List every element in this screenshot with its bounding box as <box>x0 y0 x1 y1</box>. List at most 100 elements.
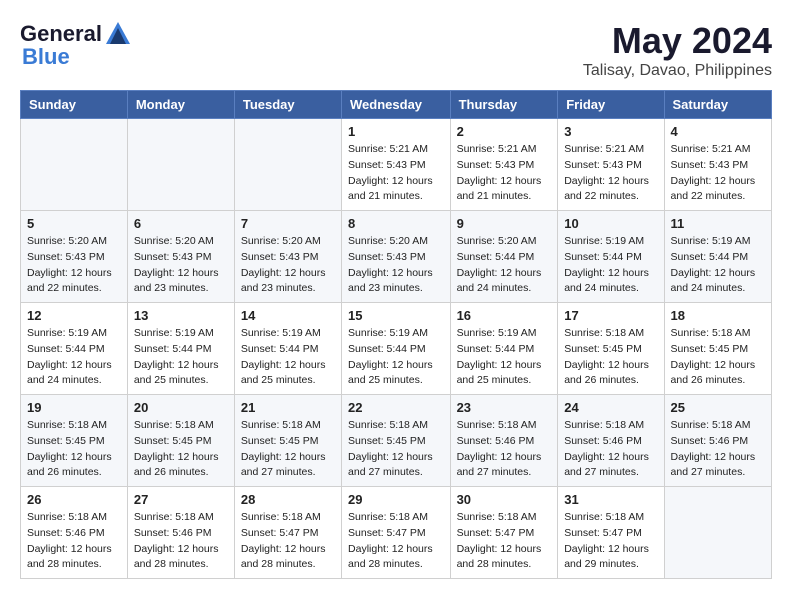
day-number: 6 <box>134 216 228 231</box>
calendar-week-3: 12Sunrise: 5:19 AM Sunset: 5:44 PM Dayli… <box>21 303 772 395</box>
day-info: Sunrise: 5:18 AM Sunset: 5:45 PM Dayligh… <box>27 418 121 481</box>
logo: General Blue <box>20 20 132 70</box>
day-number: 5 <box>27 216 121 231</box>
table-row: 16Sunrise: 5:19 AM Sunset: 5:44 PM Dayli… <box>450 303 558 395</box>
header-wednesday: Wednesday <box>342 91 451 119</box>
day-info: Sunrise: 5:21 AM Sunset: 5:43 PM Dayligh… <box>564 142 657 205</box>
day-info: Sunrise: 5:21 AM Sunset: 5:43 PM Dayligh… <box>457 142 552 205</box>
logo-icon <box>104 20 132 48</box>
day-number: 13 <box>134 308 228 323</box>
location-subtitle: Talisay, Davao, Philippines <box>583 62 772 80</box>
day-info: Sunrise: 5:18 AM Sunset: 5:46 PM Dayligh… <box>27 510 121 573</box>
table-row: 20 Sunrise: 5:18 AM Sunset: 5:45 PM Dayli… <box>127 395 234 487</box>
header-sunday: Sunday <box>21 91 128 119</box>
logo-blue: Blue <box>22 44 70 70</box>
day-info: Sunrise: 5:18 AM Sunset: 5:45 PM Dayligh… <box>564 326 657 389</box>
day-info: Sunrise: 5:19 AM Sunset: 5:44 PM Dayligh… <box>134 326 228 389</box>
header-friday: Friday <box>558 91 664 119</box>
day-info: Sunrise: 5:18 AM Sunset: 5:46 PM Dayligh… <box>564 418 657 481</box>
table-row <box>234 119 341 211</box>
day-number: 8 <box>348 216 444 231</box>
day-info: Sunrise: 5:18 AM Sunset: 5:47 PM Dayligh… <box>457 510 552 573</box>
day-number: 7 <box>241 216 335 231</box>
table-row: 5 Sunrise: 5:20 AM Sunset: 5:43 PM Daylig… <box>21 211 128 303</box>
table-row: 9 Sunrise: 5:20 AM Sunset: 5:44 PM Daylig… <box>450 211 558 303</box>
table-row: 8 Sunrise: 5:20 AM Sunset: 5:43 PM Daylig… <box>342 211 451 303</box>
day-info: Sunrise: 5:18 AM Sunset: 5:45 PM Dayligh… <box>134 418 228 481</box>
day-info: Sunrise: 5:18 AM Sunset: 5:45 PM Dayligh… <box>671 326 765 389</box>
day-number: 25 <box>671 400 765 415</box>
day-number: 4 <box>671 124 765 139</box>
day-number: 20 <box>134 400 228 415</box>
day-number: 1 <box>348 124 444 139</box>
day-number: 9 <box>457 216 552 231</box>
day-number: 24 <box>564 400 657 415</box>
table-row <box>127 119 234 211</box>
table-row: 4 Sunrise: 5:21 AM Sunset: 5:43 PM Daylig… <box>664 119 771 211</box>
table-row: 28Sunrise: 5:18 AM Sunset: 5:47 PM Dayli… <box>234 487 341 579</box>
calendar-week-5: 26 Sunrise: 5:18 AM Sunset: 5:46 PM Dayli… <box>21 487 772 579</box>
table-row: 10Sunrise: 5:19 AM Sunset: 5:44 PM Dayli… <box>558 211 664 303</box>
day-info: Sunrise: 5:20 AM Sunset: 5:43 PM Dayligh… <box>348 234 444 297</box>
day-info: Sunrise: 5:18 AM Sunset: 5:46 PM Dayligh… <box>671 418 765 481</box>
calendar-week-2: 5 Sunrise: 5:20 AM Sunset: 5:43 PM Daylig… <box>21 211 772 303</box>
table-row: 12Sunrise: 5:19 AM Sunset: 5:44 PM Dayli… <box>21 303 128 395</box>
table-row: 27Sunrise: 5:18 AM Sunset: 5:46 PM Dayli… <box>127 487 234 579</box>
day-info: Sunrise: 5:18 AM Sunset: 5:47 PM Dayligh… <box>348 510 444 573</box>
table-row: 29Sunrise: 5:18 AM Sunset: 5:47 PM Dayli… <box>342 487 451 579</box>
table-row: 2 Sunrise: 5:21 AM Sunset: 5:43 PM Daylig… <box>450 119 558 211</box>
header-saturday: Saturday <box>664 91 771 119</box>
table-row: 30 Sunrise: 5:18 AM Sunset: 5:47 PM Dayli… <box>450 487 558 579</box>
day-number: 30 <box>457 492 552 507</box>
table-row: 11 Sunrise: 5:19 AM Sunset: 5:44 PM Dayli… <box>664 211 771 303</box>
table-row: 6Sunrise: 5:20 AM Sunset: 5:43 PM Daylig… <box>127 211 234 303</box>
table-row: 22 Sunrise: 5:18 AM Sunset: 5:45 PM Dayli… <box>342 395 451 487</box>
day-info: Sunrise: 5:21 AM Sunset: 5:43 PM Dayligh… <box>671 142 765 205</box>
calendar-header-row: Sunday Monday Tuesday Wednesday Thursday… <box>21 91 772 119</box>
table-row: 31 Sunrise: 5:18 AM Sunset: 5:47 PM Dayli… <box>558 487 664 579</box>
table-row: 17Sunrise: 5:18 AM Sunset: 5:45 PM Dayli… <box>558 303 664 395</box>
day-info: Sunrise: 5:19 AM Sunset: 5:44 PM Dayligh… <box>348 326 444 389</box>
day-number: 10 <box>564 216 657 231</box>
day-number: 14 <box>241 308 335 323</box>
table-row: 15 Sunrise: 5:19 AM Sunset: 5:44 PM Dayli… <box>342 303 451 395</box>
day-info: Sunrise: 5:19 AM Sunset: 5:44 PM Dayligh… <box>27 326 121 389</box>
day-info: Sunrise: 5:20 AM Sunset: 5:43 PM Dayligh… <box>27 234 121 297</box>
day-number: 2 <box>457 124 552 139</box>
day-number: 19 <box>27 400 121 415</box>
table-row: 24 Sunrise: 5:18 AM Sunset: 5:46 PM Dayli… <box>558 395 664 487</box>
day-info: Sunrise: 5:18 AM Sunset: 5:45 PM Dayligh… <box>241 418 335 481</box>
table-row: 7 Sunrise: 5:20 AM Sunset: 5:43 PM Daylig… <box>234 211 341 303</box>
calendar-week-1: 1 Sunrise: 5:21 AM Sunset: 5:43 PM Daylig… <box>21 119 772 211</box>
day-info: Sunrise: 5:20 AM Sunset: 5:43 PM Dayligh… <box>241 234 335 297</box>
day-info: Sunrise: 5:20 AM Sunset: 5:44 PM Dayligh… <box>457 234 552 297</box>
day-info: Sunrise: 5:18 AM Sunset: 5:46 PM Dayligh… <box>457 418 552 481</box>
day-number: 31 <box>564 492 657 507</box>
day-number: 18 <box>671 308 765 323</box>
day-number: 28 <box>241 492 335 507</box>
calendar-week-4: 19 Sunrise: 5:18 AM Sunset: 5:45 PM Dayli… <box>21 395 772 487</box>
table-row: 23 Sunrise: 5:18 AM Sunset: 5:46 PM Dayli… <box>450 395 558 487</box>
day-info: Sunrise: 5:18 AM Sunset: 5:47 PM Dayligh… <box>564 510 657 573</box>
day-info: Sunrise: 5:18 AM Sunset: 5:46 PM Dayligh… <box>134 510 228 573</box>
day-number: 26 <box>27 492 121 507</box>
day-number: 23 <box>457 400 552 415</box>
table-row: 1 Sunrise: 5:21 AM Sunset: 5:43 PM Daylig… <box>342 119 451 211</box>
day-info: Sunrise: 5:19 AM Sunset: 5:44 PM Dayligh… <box>457 326 552 389</box>
day-number: 15 <box>348 308 444 323</box>
day-info: Sunrise: 5:18 AM Sunset: 5:45 PM Dayligh… <box>348 418 444 481</box>
header-monday: Monday <box>127 91 234 119</box>
month-title: May 2024 <box>583 20 772 62</box>
table-row <box>21 119 128 211</box>
table-row: 13 Sunrise: 5:19 AM Sunset: 5:44 PM Dayli… <box>127 303 234 395</box>
calendar-table: Sunday Monday Tuesday Wednesday Thursday… <box>20 90 772 579</box>
day-number: 22 <box>348 400 444 415</box>
table-row: 26 Sunrise: 5:18 AM Sunset: 5:46 PM Dayli… <box>21 487 128 579</box>
table-row <box>664 487 771 579</box>
day-info: Sunrise: 5:19 AM Sunset: 5:44 PM Dayligh… <box>671 234 765 297</box>
table-row: 14Sunrise: 5:19 AM Sunset: 5:44 PM Dayli… <box>234 303 341 395</box>
day-info: Sunrise: 5:21 AM Sunset: 5:43 PM Dayligh… <box>348 142 444 205</box>
day-number: 11 <box>671 216 765 231</box>
title-block: May 2024 Talisay, Davao, Philippines <box>583 20 772 80</box>
table-row: 3Sunrise: 5:21 AM Sunset: 5:43 PM Daylig… <box>558 119 664 211</box>
